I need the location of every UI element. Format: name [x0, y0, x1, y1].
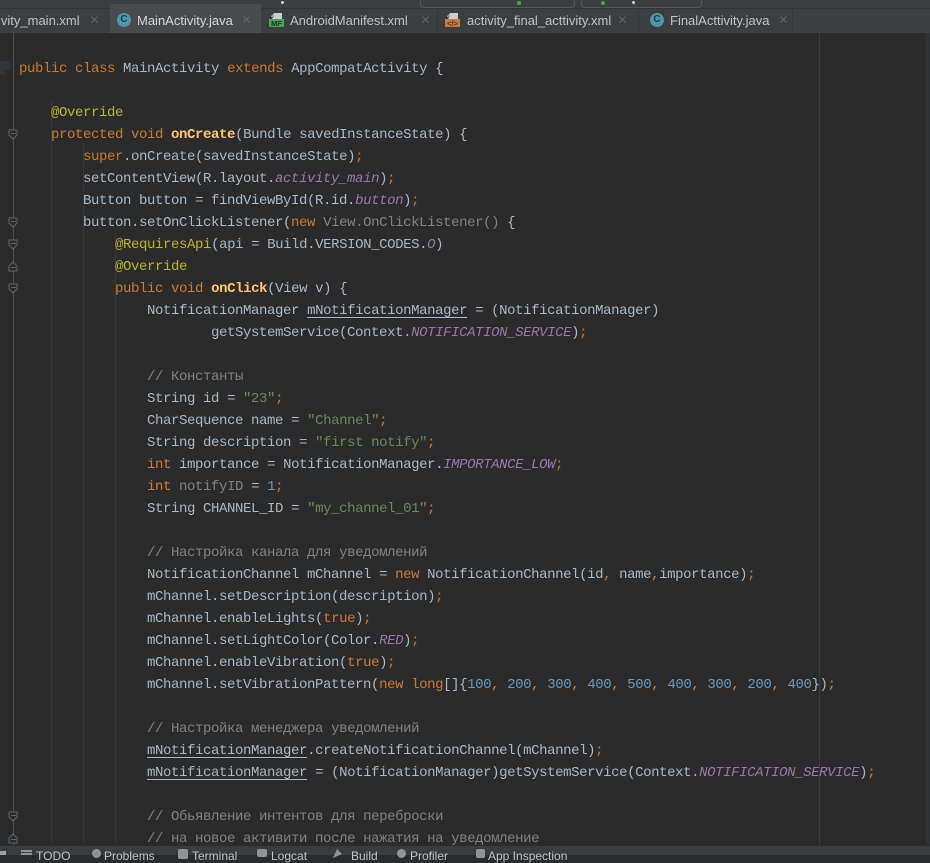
svg-text:MF: MF [271, 19, 282, 28]
svg-text:</>: </> [447, 19, 458, 28]
